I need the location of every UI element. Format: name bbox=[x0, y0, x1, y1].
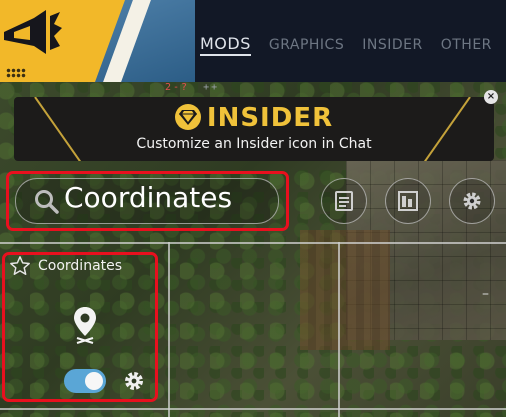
tab-mods[interactable]: MODS bbox=[200, 34, 251, 56]
tab-insider[interactable]: INSIDER bbox=[362, 37, 422, 53]
banner-subtitle: Customize an Insider icon in Chat bbox=[136, 136, 372, 152]
logo-mark-icon bbox=[4, 10, 62, 54]
grid-divider bbox=[168, 242, 170, 417]
main-nav: MODS GRAPHICS INSIDER OTHER bbox=[200, 34, 492, 56]
hud-text: 2-? ++ bbox=[165, 82, 219, 93]
banner-title: INSIDER bbox=[14, 103, 494, 133]
banner-close-button[interactable]: × bbox=[484, 90, 498, 104]
hud-coords: 2-? bbox=[165, 82, 190, 93]
insider-banner[interactable]: INSIDER Customize an Insider icon in Cha… bbox=[14, 97, 494, 161]
hud-extra: ++ bbox=[203, 82, 220, 93]
grid-divider bbox=[0, 242, 506, 244]
banner-title-text: INSIDER bbox=[206, 103, 334, 133]
tab-other[interactable]: OTHER bbox=[441, 37, 492, 53]
file-list-icon bbox=[335, 191, 353, 211]
logo bbox=[0, 0, 195, 82]
mod-card-highlight bbox=[2, 252, 158, 402]
tab-graphics[interactable]: GRAPHICS bbox=[269, 37, 344, 53]
grid-divider bbox=[338, 242, 340, 417]
scroll-arrow-icon: – bbox=[482, 286, 489, 302]
search-highlight bbox=[6, 171, 289, 231]
columns-icon bbox=[398, 191, 418, 211]
gear-icon bbox=[463, 192, 481, 210]
wood-beam-background bbox=[300, 230, 390, 350]
layout-button[interactable] bbox=[385, 178, 431, 224]
settings-button[interactable] bbox=[449, 178, 495, 224]
list-view-button[interactable] bbox=[321, 178, 367, 224]
top-header: MODS GRAPHICS INSIDER OTHER bbox=[0, 0, 506, 82]
diamond-icon bbox=[174, 104, 201, 130]
grid-divider bbox=[0, 408, 506, 410]
